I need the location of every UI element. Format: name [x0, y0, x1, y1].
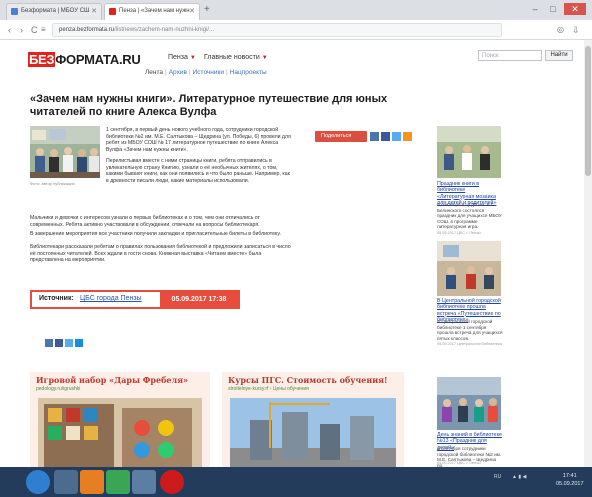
browser-tab-2[interactable]: Пенза | «Зачем нам нужн ✕: [104, 3, 200, 20]
source-label: Источник:: [39, 295, 74, 302]
chevron-down-icon: ▼: [261, 55, 268, 61]
logo-mark: БЕЗ: [28, 52, 56, 67]
mail-icon[interactable]: [75, 339, 83, 347]
subnav-sources[interactable]: Источники: [193, 69, 224, 76]
favicon-icon: [11, 8, 18, 15]
forward-icon[interactable]: ›: [20, 23, 23, 37]
address-bar[interactable]: penza.bezformata.ru/listnews/zachem-nam-…: [52, 23, 502, 37]
source-box: Источник: ЦБС города Пензы 05.09.2017 17…: [30, 290, 240, 309]
tab-title: Бeзформата | МБОУ СШ: [21, 8, 90, 14]
clock-date: 05.09.2017: [556, 481, 584, 487]
city-label: Пенза: [168, 54, 188, 61]
browser-toolbar: ‹ › C ≡ penza.bezformata.ru/listnews/zac…: [0, 20, 592, 40]
article-paragraph: 1 сентября, в первый день нового учебног…: [106, 127, 291, 153]
scrollbar-thumb[interactable]: [585, 46, 591, 176]
library-event-photo: [437, 126, 501, 178]
ad-title[interactable]: Курсы ПГС. Стоимость обучения!: [228, 375, 388, 385]
vk-icon[interactable]: [370, 132, 379, 141]
search-input[interactable]: Поиск: [478, 50, 542, 61]
explorer-icon[interactable]: [54, 470, 78, 494]
article-paragraph: В завершение мероприятия все участники п…: [30, 231, 281, 237]
sidebar-news-text: 1 сентября в ЦГДБ им. В.Г. Белинского со…: [437, 202, 502, 229]
page-content: БЕЗФОРМАТА.RU Пенза ▼ Главные новости ▼ …: [0, 40, 584, 467]
vertical-scrollbar[interactable]: [584, 40, 592, 467]
share-bar: Поделиться: [315, 131, 422, 142]
windows-taskbar: RU ▲ ▮ ◀ 17:41 05.09.2017: [0, 467, 592, 497]
opera-browser-icon[interactable]: [160, 470, 184, 494]
extensions-icon[interactable]: ◎: [557, 23, 564, 37]
vk-icon[interactable]: [45, 339, 53, 347]
article-title: «Зачем нам нужны книги». Литературное пу…: [30, 93, 388, 118]
url-domain: penza.bezformata.ru: [59, 27, 115, 33]
article-paragraph: Библиотекари рассказали ребятам о правил…: [30, 244, 291, 263]
ad-link[interactable]: stroitelnye-kursy.rf › Цены обучения: [228, 386, 309, 392]
article-paragraph: Мальчики и девочки с интересом узнали о …: [30, 215, 260, 228]
main-news-menu[interactable]: Главные новости ▼: [204, 54, 268, 61]
twitter-icon[interactable]: [65, 339, 73, 347]
clock-time: 17:41: [562, 473, 577, 479]
start-button-icon[interactable]: [26, 470, 50, 494]
chevron-down-icon: ▼: [189, 55, 196, 61]
odnoklassniki-icon[interactable]: [403, 132, 412, 141]
facebook-icon[interactable]: [55, 339, 63, 347]
sidebar-news-image[interactable]: [437, 241, 501, 296]
sidebar-news-image[interactable]: [437, 377, 501, 430]
publish-date: 05.09.2017 17:38: [160, 292, 238, 307]
close-window-icon[interactable]: ✕: [564, 3, 586, 15]
construction-image: [230, 398, 396, 467]
sub-navigation: Лента | Архив | Источники | Нацпроекты: [145, 69, 267, 76]
share-button[interactable]: Поделиться: [315, 131, 367, 142]
site-logo[interactable]: БЕЗФОРМАТА.RU: [28, 52, 141, 67]
subnav-feed[interactable]: Лента: [145, 69, 163, 76]
article-paragraph: Перелистывая вместе с ними страницы книг…: [106, 158, 290, 184]
browser-tab-bar: Бeзформата | МБОУ СШ ✕ Пенза | «Зачем на…: [0, 0, 592, 20]
download-icon[interactable]: ⇩: [572, 23, 580, 37]
favicon-icon: [109, 8, 116, 15]
close-icon[interactable]: ✕: [189, 4, 195, 19]
city-selector[interactable]: Пенза ▼: [168, 54, 196, 61]
ad-title[interactable]: Игровой набор «Дары Фребеля»: [36, 375, 188, 385]
main-news-label: Главные новости: [204, 54, 260, 61]
url-path: /listnews/zachem-nam-nuzhni-knigi/...: [114, 27, 215, 33]
sidebar-news-date: 05.09.2017 ЦБС г. Пензы: [437, 231, 481, 235]
toy-set-image: [38, 398, 202, 467]
ad-link[interactable]: pedology.ru/igrushki: [36, 386, 80, 392]
browser-tab-1[interactable]: Бeзформата | МБОУ СШ ✕: [6, 3, 102, 20]
reload-icon[interactable]: C: [31, 23, 38, 37]
tab-title: Пенза | «Зачем нам нужн: [119, 8, 190, 14]
ad-block-left[interactable]: Игровой набор «Дары Фребеля» pedology.ru…: [30, 372, 210, 467]
ad-block-right[interactable]: Курсы ПГС. Стоимость обучения! stroiteln…: [222, 372, 404, 467]
sidebar-news-date: 05.09.2017 Центральная библиотека: [437, 342, 502, 346]
back-icon[interactable]: ‹: [8, 23, 11, 37]
article-photo[interactable]: [30, 126, 100, 178]
logo-text: ФОРМАТА.RU: [55, 52, 141, 67]
sidebar-news-text: В Центральной городской библиотеке 1 сен…: [437, 319, 503, 341]
children-event-photo: [437, 377, 501, 430]
folder-icon[interactable]: [132, 470, 156, 494]
maximize-icon[interactable]: □: [546, 3, 560, 15]
children-photo-illustration: [30, 126, 100, 178]
subnav-projects[interactable]: Нацпроекты: [230, 69, 267, 76]
facebook-icon[interactable]: [381, 132, 390, 141]
media-icon[interactable]: [80, 470, 104, 494]
close-icon[interactable]: ✕: [91, 4, 97, 19]
taskbar-clock[interactable]: 17:41 05.09.2017: [556, 472, 584, 488]
search-button[interactable]: Найти: [545, 50, 573, 61]
tray-language-icon[interactable]: RU: [494, 474, 501, 480]
classroom-photo: [437, 241, 501, 296]
sidebar-news-image[interactable]: [437, 126, 501, 178]
subnav-archive[interactable]: Архив: [169, 69, 187, 76]
new-tab-button[interactable]: +: [204, 4, 210, 16]
minimize-icon[interactable]: –: [528, 3, 542, 15]
app-icon[interactable]: [106, 470, 130, 494]
sidebar-news-date: 05.09.2017 ЦБС г. Пензы: [437, 461, 481, 465]
twitter-icon[interactable]: [392, 132, 401, 141]
source-link[interactable]: ЦБС города Пензы: [80, 295, 142, 302]
photo-caption: Фото: автор публикации: [30, 181, 75, 186]
tray-network-icon[interactable]: ▲ ▮ ◀: [512, 474, 526, 480]
menu-icon[interactable]: ≡: [41, 23, 46, 37]
